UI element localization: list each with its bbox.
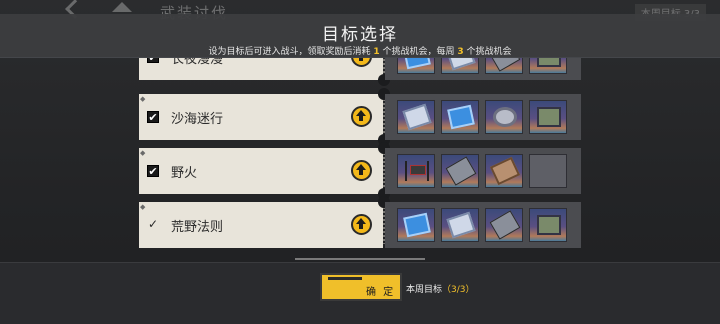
button-stripe <box>328 277 362 280</box>
reward-panel <box>385 148 581 194</box>
target-name: 荒野法则 <box>171 220 224 235</box>
subtitle-weekly-number: 3 <box>457 47 464 57</box>
corner-mark: ◆ <box>140 203 146 211</box>
target-row[interactable]: ◆ ✔ 野火 <box>139 142 581 200</box>
corner-mark: ◆ <box>140 95 146 103</box>
target-card[interactable]: ◆ ✓ 荒野法则 <box>139 202 383 248</box>
weekly-target-count: 本周目标（3/3） <box>406 282 475 295</box>
home-icon[interactable] <box>112 2 132 12</box>
set-target-toggle-icon[interactable] <box>351 106 372 127</box>
subtitle-pre: 设为目标后可进入战斗，领取奖励后消耗 <box>208 47 371 57</box>
reward-item-icon[interactable] <box>529 100 567 134</box>
modal-header: 目标选择 设为目标后可进入战斗，领取奖励后消耗 1 个挑战机会，每周 3 个挑战… <box>0 14 720 58</box>
modal-subtitle: 设为目标后可进入战斗，领取奖励后消耗 1 个挑战机会，每周 3 个挑战机会 <box>0 44 720 57</box>
target-row[interactable]: ✔ 长夜漫漫 <box>139 58 581 86</box>
corner-mark: ◆ <box>140 149 146 157</box>
subtitle-mid: 个挑战机会，每周 <box>382 47 455 57</box>
target-list[interactable]: ✔ 长夜漫漫 ◆ ✔ 沙海迷行 <box>139 58 581 258</box>
set-target-toggle-icon[interactable] <box>351 160 372 181</box>
empty-reward-slot <box>529 154 567 188</box>
reward-item-icon[interactable] <box>397 58 435 74</box>
target-checkbox[interactable]: ✔ <box>147 111 159 123</box>
reward-item-icon[interactable] <box>441 100 479 134</box>
set-target-toggle-icon[interactable] <box>351 58 372 67</box>
reward-item-icon[interactable] <box>485 58 523 74</box>
reward-item-icon[interactable] <box>485 100 523 134</box>
reward-item-icon[interactable] <box>441 208 479 242</box>
reward-panel <box>385 58 581 80</box>
reward-item-icon[interactable] <box>397 154 435 188</box>
set-target-toggle-icon[interactable] <box>351 214 372 235</box>
target-card[interactable]: ✔ 长夜漫漫 <box>139 58 383 80</box>
confirm-button[interactable]: 确 定 <box>320 273 402 301</box>
reward-item-icon[interactable] <box>485 208 523 242</box>
target-checkbox[interactable]: ✔ <box>147 58 159 63</box>
reward-panel <box>385 202 581 248</box>
reward-item-icon[interactable] <box>397 208 435 242</box>
reward-item-icon[interactable] <box>485 154 523 188</box>
target-card[interactable]: ◆ ✔ 野火 <box>139 148 383 194</box>
reward-item-icon[interactable] <box>529 208 567 242</box>
scroll-indicator[interactable] <box>295 258 425 260</box>
reward-item-icon[interactable] <box>441 154 479 188</box>
target-row[interactable]: ◆ ✓ 荒野法则 <box>139 196 581 248</box>
subtitle-post: 个挑战机会 <box>466 47 512 57</box>
confirm-label: 确 定 <box>366 287 396 298</box>
modal-title: 目标选择 <box>322 25 398 45</box>
target-checkbox[interactable]: ✔ <box>147 165 159 177</box>
subtitle-cost-number: 1 <box>373 47 380 57</box>
reward-item-icon[interactable] <box>397 100 435 134</box>
screen: 武装讨伐 本周目标 3/3 目标选择 设为目标后可进入战斗，领取奖励后消耗 1 … <box>0 0 720 324</box>
weekly-label: 本周目标 <box>406 285 443 295</box>
weekly-count: （3/3） <box>442 285 475 295</box>
target-checkbox[interactable]: ✓ <box>147 218 159 231</box>
target-name: 长夜漫漫 <box>171 58 224 67</box>
reward-item-icon[interactable] <box>441 58 479 74</box>
reward-panel <box>385 94 581 140</box>
target-card[interactable]: ◆ ✔ 沙海迷行 <box>139 94 383 140</box>
target-row[interactable]: ◆ ✔ 沙海迷行 <box>139 88 581 146</box>
reward-item-icon[interactable] <box>529 58 567 74</box>
target-name: 沙海迷行 <box>171 112 224 127</box>
target-name: 野火 <box>171 166 198 181</box>
